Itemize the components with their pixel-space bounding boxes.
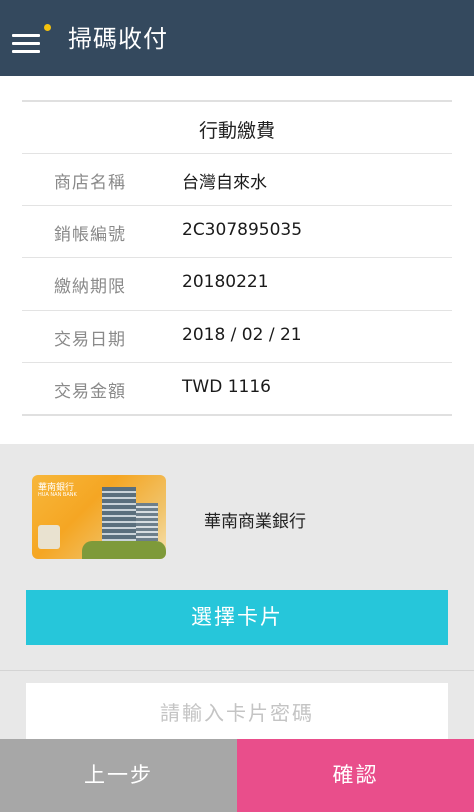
detail-value: 台灣自來水 [182,173,267,193]
card-trees-graphic [82,541,166,559]
page-title: 掃碼收付 [68,25,168,53]
detail-label: 交易日期 [54,330,126,350]
card-password-input[interactable] [26,683,448,743]
app-bar: 掃碼收付 [0,0,474,76]
confirm-button[interactable]: 確認 [237,739,474,812]
divider [22,414,452,416]
card-brand-subtext: HUA NAN BANK [38,492,77,498]
divider [0,670,474,671]
detail-value: 20180221 [182,272,269,292]
detail-row-store-name: 商店名稱 台灣自來水 [22,153,452,205]
select-card-button[interactable]: 選擇卡片 [26,590,448,645]
menu-bar-line [12,50,40,53]
credit-card-image[interactable]: 華南銀行 HUA NAN BANK [32,475,166,559]
detail-label: 交易金額 [54,382,126,402]
hamburger-menu-icon[interactable] [12,26,44,54]
detail-value: 2C307895035 [182,220,303,240]
detail-value: 2018 / 02 / 21 [182,325,302,345]
menu-bar-line [12,34,40,37]
previous-step-button[interactable]: 上一步 [0,739,237,812]
notification-dot-icon [44,24,51,31]
payment-type-title: 行動繳費 [198,120,275,142]
detail-value: TWD 1116 [182,377,271,397]
card-emblem-icon [38,525,60,549]
detail-label: 商店名稱 [54,173,126,193]
detail-row-account-number: 銷帳編號 2C307895035 [22,205,452,257]
detail-row-due-date: 繳納期限 20180221 [22,257,452,309]
detail-row-transaction-date: 交易日期 2018 / 02 / 21 [22,310,452,362]
payment-details-panel: 行動繳費 商店名稱 台灣自來水 銷帳編號 2C307895035 繳納期限 20… [0,76,474,444]
bank-name: 華南商業銀行 [204,512,306,532]
detail-label: 銷帳編號 [54,225,126,245]
bottom-action-bar: 上一步 確認 [0,739,474,812]
detail-label: 繳納期限 [54,277,126,297]
detail-row-amount: 交易金額 TWD 1116 [22,362,452,414]
divider [22,100,452,102]
menu-bar-line [12,42,40,45]
